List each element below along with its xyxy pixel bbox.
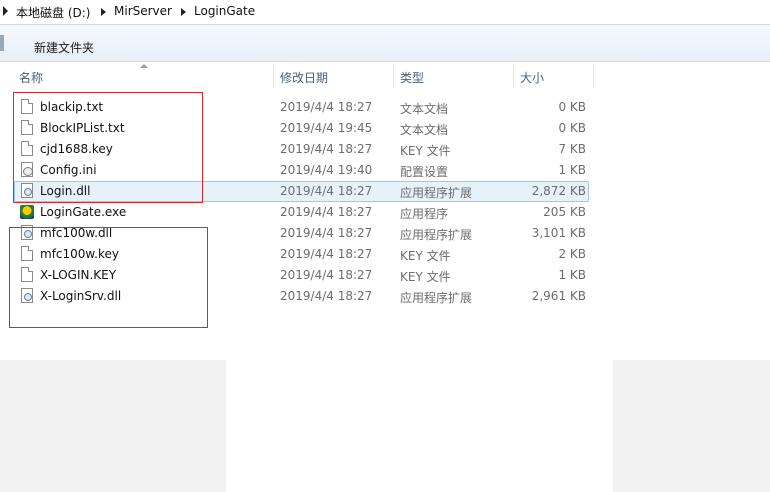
file-type: 应用程序扩展: [400, 228, 473, 242]
file-size: 0 KB: [558, 121, 586, 135]
file-type: 文本文档: [400, 123, 449, 137]
file-date: 2019/4/4 18:27: [280, 226, 373, 240]
file-size: 0 KB: [558, 100, 586, 114]
file-date: 2019/4/4 18:27: [280, 247, 373, 261]
file-date: 2019/4/4 18:27: [280, 268, 373, 282]
file-type: 应用程序扩展: [400, 186, 473, 200]
command-toolbar: 新建文件夹: [0, 25, 770, 62]
blank-region-right: [613, 360, 770, 492]
breadcrumb-drive-d[interactable]: 本地磁盘 (D:): [16, 4, 90, 21]
file-size: 3,101 KB: [531, 226, 586, 240]
file-type: KEY 文件: [400, 270, 451, 284]
file-size: 205 KB: [543, 205, 586, 219]
file-size: 7 KB: [558, 142, 586, 156]
column-header-modified[interactable]: 修改日期: [280, 69, 328, 86]
annotation-box-bottom: [9, 227, 208, 328]
file-date: 2019/4/4 18:27: [280, 184, 373, 198]
chevron-right-icon[interactable]: [101, 8, 106, 16]
annotation-box-top: [13, 92, 203, 203]
file-size: 2,872 KB: [531, 184, 586, 198]
chevron-right-icon[interactable]: [181, 8, 186, 16]
file-date: 2019/4/4 19:45: [280, 121, 373, 135]
file-type: KEY 文件: [400, 144, 451, 158]
toolbar-edge: [0, 35, 4, 51]
column-divider[interactable]: [273, 64, 274, 88]
file-size: 1 KB: [558, 268, 586, 282]
file-date: 2019/4/4 18:27: [280, 100, 373, 114]
file-date: 2019/4/4 18:27: [280, 205, 373, 219]
new-folder-button[interactable]: 新建文件夹: [34, 39, 94, 56]
file-date: 2019/4/4 18:27: [280, 289, 373, 303]
file-size: 2,961 KB: [531, 289, 586, 303]
file-type: 配置设置: [400, 165, 449, 179]
file-size: 1 KB: [558, 163, 586, 177]
breadcrumb-logingate[interactable]: LoginGate: [194, 4, 255, 18]
file-size: 2 KB: [558, 247, 586, 261]
column-divider[interactable]: [513, 64, 514, 88]
chevron-right-icon[interactable]: [3, 6, 8, 16]
file-name: LoginGate.exe: [40, 205, 127, 219]
file-date: 2019/4/4 18:27: [280, 142, 373, 156]
file-type: 文本文档: [400, 102, 449, 116]
column-divider[interactable]: [393, 64, 394, 88]
address-bar[interactable]: 本地磁盘 (D:) MirServer LoginGate: [0, 0, 770, 25]
file-type: 应用程序扩展: [400, 291, 473, 305]
file-type: 应用程序: [400, 207, 449, 221]
column-divider[interactable]: [593, 64, 594, 88]
column-header-size[interactable]: 大小: [520, 69, 544, 86]
exe-app-icon: [20, 205, 34, 219]
file-date: 2019/4/4 19:40: [280, 163, 373, 177]
sort-ascending-icon: [140, 64, 148, 68]
column-header-name[interactable]: 名称: [19, 69, 43, 86]
column-header-row: 名称 修改日期 类型 大小: [0, 64, 770, 88]
file-type: KEY 文件: [400, 249, 451, 263]
column-header-type[interactable]: 类型: [400, 69, 424, 86]
breadcrumb-mirserver[interactable]: MirServer: [114, 4, 172, 18]
file-row[interactable]: LoginGate.exe 2019/4/4 18:27 应用程序 205 KB: [14, 202, 589, 223]
blank-region-left: [0, 360, 226, 492]
